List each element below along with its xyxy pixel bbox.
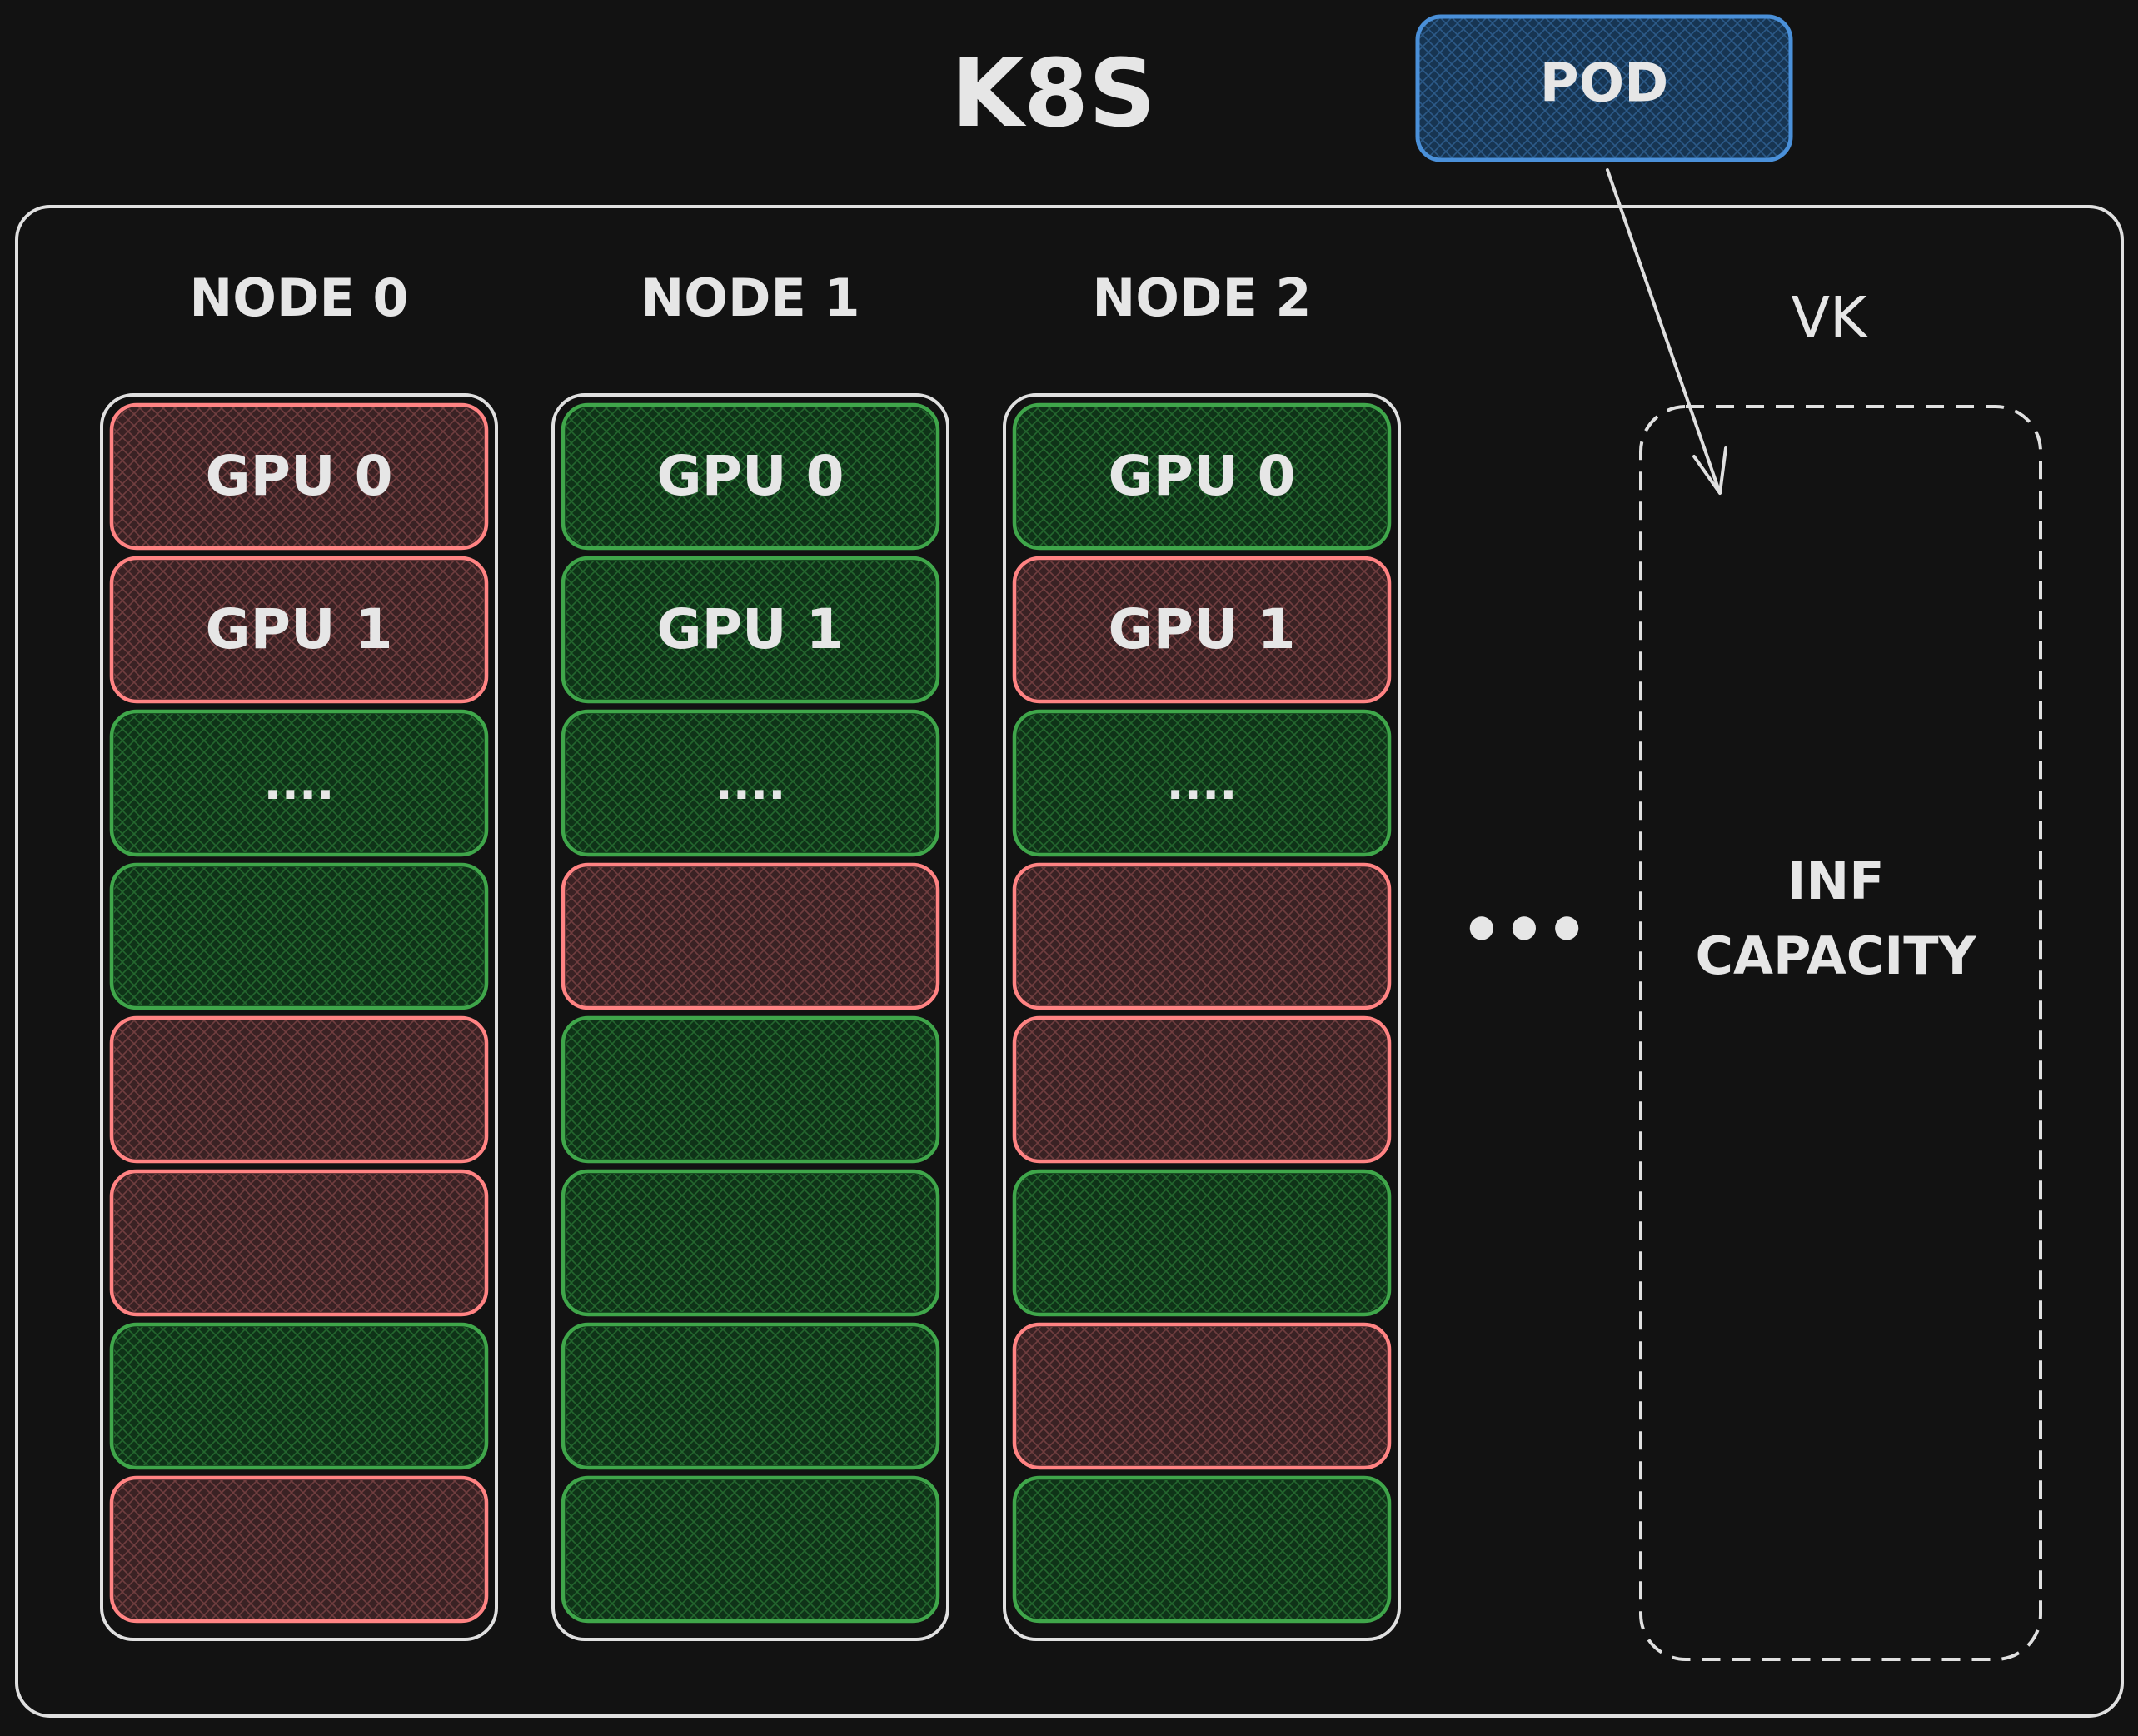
- gpu-slot-hatch: [566, 1327, 935, 1465]
- gpu-label: GPU 0: [205, 444, 392, 508]
- gpu-slot: ....: [109, 709, 489, 857]
- k8s-gpu-diagram: K8S POD NODE 0 GPU 0 GPU 1.... NODE 1 GPU 0 G…: [15, 14, 2124, 1718]
- gpu-slot: [1012, 1322, 1392, 1470]
- gpu-slot: GPU 1: [561, 556, 940, 704]
- gpu-slot: [561, 1169, 940, 1317]
- gpu-slot: [109, 862, 489, 1010]
- gpu-slot: [1012, 1015, 1392, 1164]
- node-2: NODE 2 GPU 0 GPU 1....: [1003, 267, 1401, 1641]
- gpu-slot: GPU 0: [109, 402, 489, 551]
- gpu-slot-hatch: [1017, 1327, 1387, 1465]
- gpu-slot: [109, 1475, 489, 1624]
- schedule-arrow: [1606, 168, 1727, 495]
- gpu-slot: [1012, 1169, 1392, 1317]
- gpu-label: GPU 0: [656, 444, 844, 508]
- gpu-slot: [561, 1015, 940, 1164]
- node-label: NODE 0: [189, 267, 408, 328]
- gpu-slot-hatch: [114, 1327, 484, 1465]
- gpu-label: ....: [1166, 756, 1237, 811]
- gpu-slot: ....: [1012, 709, 1392, 857]
- gpu-label: ....: [263, 756, 334, 811]
- node-label: NODE 2: [1092, 267, 1311, 328]
- gpu-slot-hatch: [566, 1480, 935, 1619]
- vk-label: VK: [1791, 286, 1869, 352]
- arrow-head: [1692, 446, 1727, 495]
- vk-capacity-line2: CAPACITY: [1696, 925, 1977, 986]
- gpu-slot-hatch: [566, 1020, 935, 1159]
- gpu-label: GPU 1: [205, 597, 392, 661]
- gpu-slot: GPU 0: [561, 402, 940, 551]
- gpu-slot: ....: [561, 709, 940, 857]
- gpu-slot: [109, 1169, 489, 1317]
- gpu-slot: GPU 1: [109, 556, 489, 704]
- gpu-slot-hatch: [566, 1174, 935, 1312]
- gpu-slot: [109, 1015, 489, 1164]
- gpu-slot-hatch: [114, 1020, 484, 1159]
- gpu-slot-hatch: [114, 867, 484, 1005]
- gpu-slot: [561, 1475, 940, 1624]
- gpu-slot: [109, 1322, 489, 1470]
- diagram-title: K8S: [951, 40, 1155, 148]
- gpu-slot: GPU 1: [1012, 556, 1392, 704]
- node-1: NODE 1 GPU 0 GPU 1....: [551, 267, 949, 1641]
- arrow-shaft: [1606, 168, 1722, 495]
- gpu-slot: [561, 1322, 940, 1470]
- more-nodes-ellipsis: •••: [1460, 891, 1587, 969]
- gpu-slot-hatch: [114, 1480, 484, 1619]
- pod-label: POD: [1540, 53, 1668, 115]
- node-label: NODE 1: [640, 267, 860, 328]
- virtual-kubelet: VK INF CAPACITY: [1639, 286, 2042, 1661]
- gpu-slot-hatch: [566, 867, 935, 1005]
- nodes: NODE 0 GPU 0 GPU 1.... NODE 1 GPU 0 GPU 1....…: [100, 267, 1401, 1641]
- vk-capacity-line1: INF: [1787, 851, 1884, 911]
- gpu-label: GPU 0: [1108, 444, 1295, 508]
- gpu-slot-hatch: [1017, 1480, 1387, 1619]
- gpu-slot: [1012, 862, 1392, 1010]
- pod: POD: [1415, 14, 1793, 162]
- gpu-slot-hatch: [114, 1174, 484, 1312]
- gpu-label: GPU 1: [1108, 597, 1295, 661]
- gpu-slot: [1012, 1475, 1392, 1624]
- gpu-label: GPU 1: [656, 597, 844, 661]
- gpu-slot: GPU 0: [1012, 402, 1392, 551]
- gpu-label: ....: [715, 756, 785, 811]
- gpu-slot-hatch: [1017, 1174, 1387, 1312]
- gpu-slot-hatch: [1017, 867, 1387, 1005]
- gpu-slot-hatch: [1017, 1020, 1387, 1159]
- vk-capacity-box: [1639, 405, 2042, 1661]
- node-0: NODE 0 GPU 0 GPU 1....: [100, 267, 498, 1641]
- gpu-slot: [561, 862, 940, 1010]
